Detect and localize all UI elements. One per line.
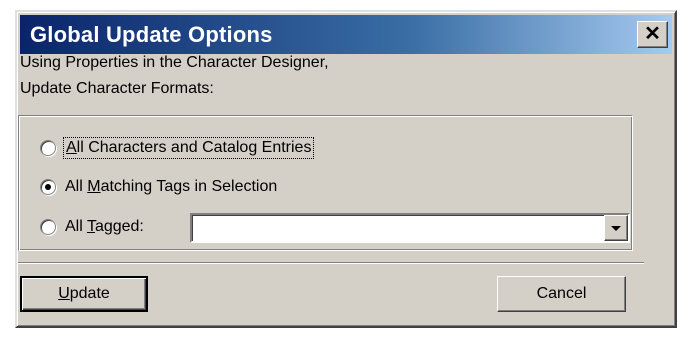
radio-all-tagged[interactable] [40,219,56,235]
dialog-title: Global Update Options [30,22,273,47]
separator [18,262,644,264]
tagged-combobox[interactable] [190,213,630,243]
update-button[interactable]: Update [20,276,148,312]
option-all-characters-catalog-label: All Characters and Catalog Entries [62,137,315,159]
option-all-characters-catalog[interactable]: All Characters and Catalog Entries [40,135,315,161]
title-bar[interactable]: Global Update Options ✕ [20,15,672,54]
option-all-tagged[interactable]: All Tagged: [40,214,144,240]
option-all-matching-tags-label: All Matching Tags in Selection [65,178,278,195]
radio-all-matching-tags[interactable] [40,179,56,195]
close-button[interactable]: ✕ [637,21,668,48]
dropdown-button[interactable] [604,215,628,241]
close-icon: ✕ [644,23,661,45]
cancel-button[interactable]: Cancel [497,276,626,312]
update-button-label: Update [58,285,110,302]
intro-text-line-1: Using Properties in the Character Design… [20,54,329,71]
cancel-button-label: Cancel [536,285,587,302]
option-all-tagged-label: All Tagged: [65,218,144,235]
radio-all-characters-catalog[interactable] [40,140,56,156]
option-all-matching-tags[interactable]: All Matching Tags in Selection [40,174,277,200]
intro-text-line-2: Update Character Formats: [20,80,214,97]
